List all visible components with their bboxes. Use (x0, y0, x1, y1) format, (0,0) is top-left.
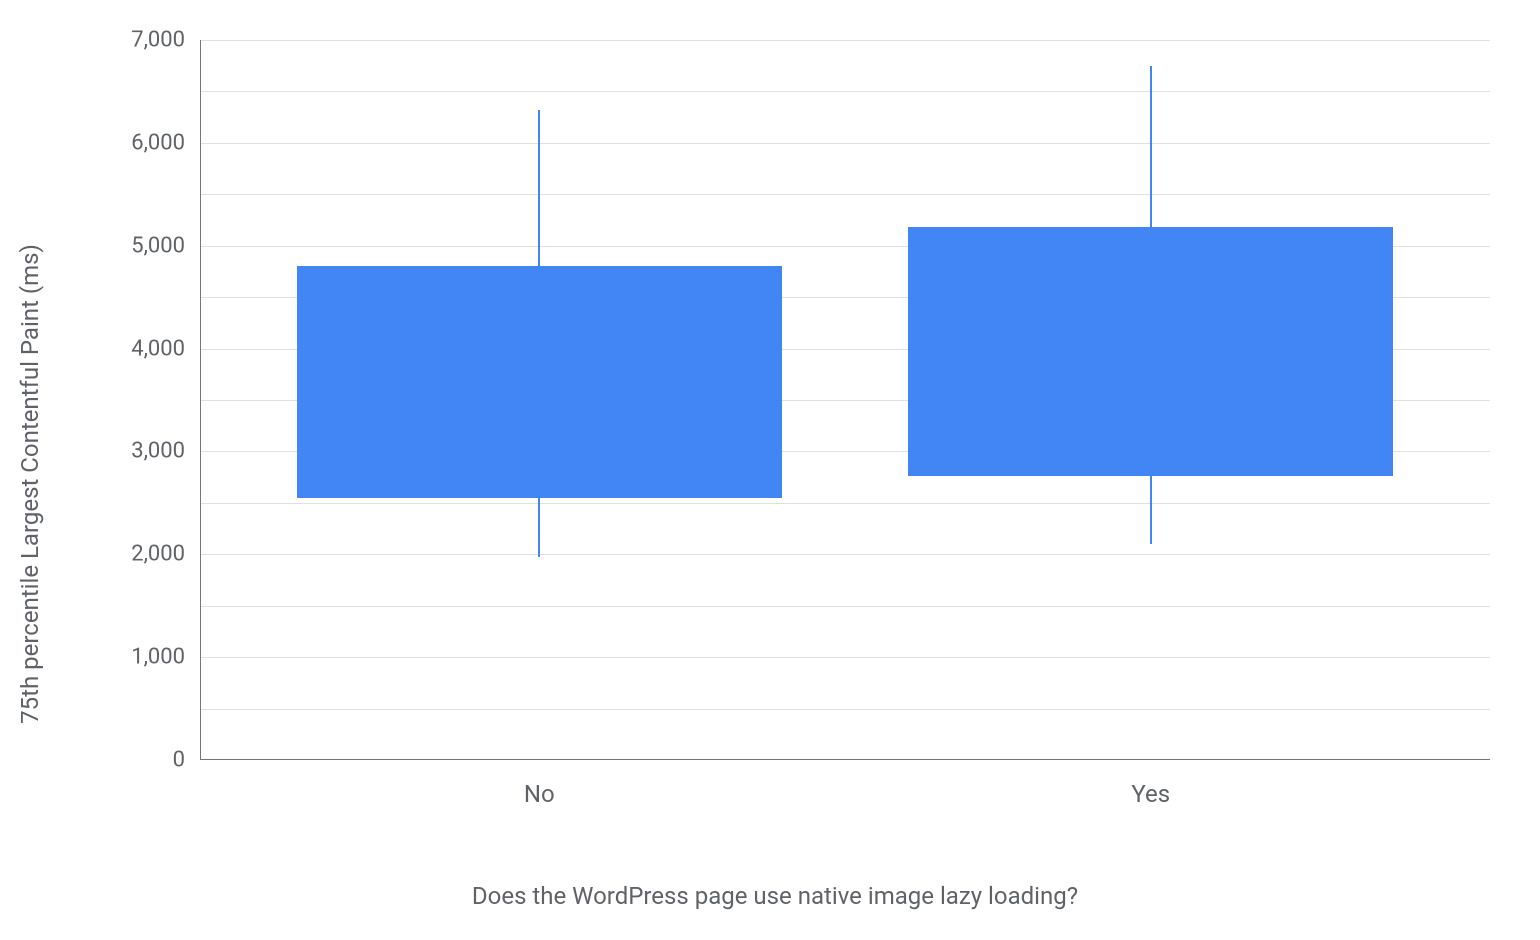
y-tick-label: 6,000 (131, 130, 185, 155)
y-tick-label: 4,000 (131, 336, 185, 361)
plot-area: 0 1,000 2,000 3,000 4,000 5,000 6,000 7,… (200, 40, 1490, 760)
y-tick-label: 1,000 (131, 645, 185, 670)
box (908, 227, 1393, 476)
chart-container: 75th percentile Largest Contentful Paint… (40, 20, 1510, 920)
y-axis-line (200, 40, 201, 760)
box (297, 266, 782, 497)
x-axis-label: Does the WordPress page use native image… (472, 882, 1078, 910)
x-tick-label: No (524, 780, 555, 808)
y-tick-label: 5,000 (131, 233, 185, 258)
x-tick-label: Yes (1131, 780, 1170, 808)
y-tick-label: 0 (173, 748, 185, 773)
boxplot-no (297, 40, 782, 760)
y-tick-label: 2,000 (131, 542, 185, 567)
boxplot-yes (908, 40, 1393, 760)
y-axis-label: 75th percentile Largest Contentful Paint… (16, 134, 44, 834)
y-tick-label: 7,000 (131, 28, 185, 53)
y-tick-label: 3,000 (131, 439, 185, 464)
